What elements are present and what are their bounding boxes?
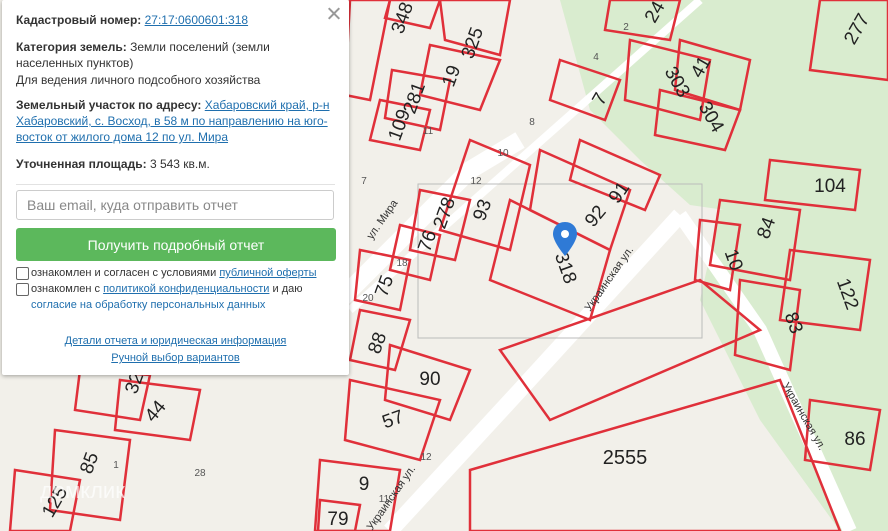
privacy-consent-checkbox[interactable] <box>16 283 29 296</box>
house-number: 12 <box>420 452 432 463</box>
house-number: 2 <box>623 22 629 33</box>
public-offer-link[interactable]: публичной оферты <box>219 267 316 279</box>
cadastral-row: Кадастровый номер: 27:17:0600601:318 <box>16 12 335 28</box>
email-field[interactable] <box>16 190 334 220</box>
parcel-label: 9 <box>359 474 370 495</box>
manual-select-link[interactable]: Ручной выбор вариантов <box>111 352 239 364</box>
area-value: 3 543 кв.м. <box>149 157 210 171</box>
category-row: Категория земель: Земли поселений (земли… <box>16 39 306 71</box>
parcel-label-large: 2555 <box>603 447 648 469</box>
address-link-line3[interactable]: восток от жилого дома 12 по ул. Мира <box>16 130 228 144</box>
address-link-line2[interactable]: Хабаровский, с. Восход, в 58 м по направ… <box>16 114 328 128</box>
watermark: домклик <box>40 478 125 503</box>
privacy-policy-link[interactable]: политикой конфиденциальности <box>103 283 269 295</box>
data-processing-link[interactable]: согласие на обработку персональных данны… <box>31 299 265 311</box>
parcel-label: 79 <box>327 509 348 530</box>
consent1-text: ознакомлен и согласен с условиями <box>31 267 220 279</box>
house-number: 28 <box>194 468 206 479</box>
house-number: 18 <box>396 258 408 269</box>
info-panel: Кадастровый номер: 27:17:0600601:318 Кат… <box>2 0 349 375</box>
house-number: 10 <box>497 148 509 159</box>
cadastral-label: Кадастровый номер: <box>16 13 142 27</box>
report-details-link[interactable]: Детали отчета и юридическая информация <box>65 335 287 347</box>
house-number: 1 <box>113 460 119 471</box>
address-row: Земельный участок по адресу: Хабаровский… <box>16 97 335 113</box>
address-link-line1[interactable]: Хабаровский край, р-н <box>205 98 330 112</box>
privacy-consent-text: ознакомлен с политикой конфиденциальност… <box>31 281 302 297</box>
offer-consent-checkbox[interactable] <box>16 267 29 280</box>
house-number: 12 <box>470 176 482 187</box>
category-label: Категория земель: <box>16 40 127 54</box>
consent2-text: ознакомлен с <box>31 283 104 295</box>
parcel-label: 104 <box>814 176 846 197</box>
offer-consent-text: ознакомлен и согласен с условиями публич… <box>31 265 317 281</box>
parcel-label: 90 <box>419 369 440 390</box>
address-label: Земельный участок по адресу: <box>16 98 202 112</box>
house-number: 4 <box>593 52 599 63</box>
usage-text: Для ведения личного подсобного хозяйства <box>16 73 261 87</box>
area-label: Уточненная площадь: <box>16 157 147 171</box>
consent2-tail: и даю <box>269 283 303 295</box>
house-number: 7 <box>361 176 367 187</box>
area-row: Уточненная площадь: 3 543 кв.м. <box>16 156 335 172</box>
parcel-label: 86 <box>844 429 865 450</box>
get-report-button[interactable]: Получить подробный отчет <box>16 228 336 261</box>
divider <box>16 184 335 185</box>
house-number: 11 <box>423 126 434 137</box>
house-number: 8 <box>529 117 535 128</box>
cadastral-number-link[interactable]: 27:17:0600601:318 <box>145 13 248 27</box>
house-number: 20 <box>362 293 374 304</box>
